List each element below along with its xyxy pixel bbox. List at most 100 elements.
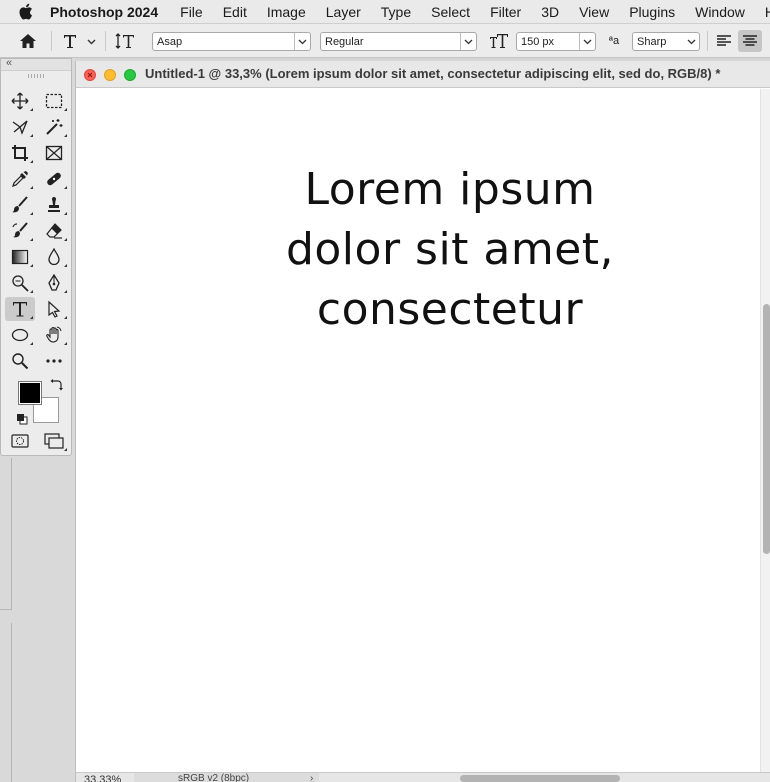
menu-help[interactable]: H xyxy=(765,4,770,20)
eyedropper-tool[interactable] xyxy=(5,167,35,191)
blur-tool[interactable] xyxy=(39,245,69,269)
menu-filter[interactable]: Filter xyxy=(490,4,521,20)
spot-healing-brush-tool[interactable] xyxy=(39,167,69,191)
document-profile[interactable]: sRGB v2 (8bpc) xyxy=(134,773,319,782)
app-name-menu[interactable]: Photoshop 2024 xyxy=(50,4,158,20)
tool-flyout-marker xyxy=(30,264,33,267)
vertical-scrollbar[interactable] xyxy=(760,89,770,772)
move-tool[interactable] xyxy=(5,89,35,113)
document-window: Untitled-1 @ 33,3% (Lorem ipsum dolor si… xyxy=(75,61,770,782)
brush-tool[interactable] xyxy=(5,193,35,217)
tools-panel-header[interactable]: « xyxy=(1,57,71,71)
frame-tool[interactable] xyxy=(39,141,69,165)
document-title: Untitled-1 @ 33,3% (Lorem ipsum dolor si… xyxy=(145,66,721,81)
path-selection-tool[interactable] xyxy=(39,297,69,321)
align-left-icon[interactable] xyxy=(714,32,734,50)
panel-grip[interactable] xyxy=(28,74,46,78)
font-size-select[interactable]: 150 px xyxy=(516,32,596,51)
dodge-tool[interactable] xyxy=(5,271,35,295)
document-title-bar[interactable]: Untitled-1 @ 33,3% (Lorem ipsum dolor si… xyxy=(76,61,770,88)
tool-flyout-marker xyxy=(30,186,33,189)
divider xyxy=(0,609,12,610)
menu-image[interactable]: Image xyxy=(267,4,306,20)
tool-flyout-marker xyxy=(30,290,33,293)
menu-select[interactable]: Select xyxy=(431,4,470,20)
minimize-window-button[interactable] xyxy=(104,69,116,81)
antialias-select[interactable]: Sharp xyxy=(632,32,700,51)
screen-mode-icon[interactable] xyxy=(39,429,69,453)
close-window-button[interactable] xyxy=(84,69,96,81)
pen-tool[interactable] xyxy=(39,271,69,295)
tool-flyout-marker xyxy=(64,290,67,293)
antialias-value: Sharp xyxy=(637,35,667,48)
horizontal-scrollbar-thumb[interactable] xyxy=(460,775,620,782)
antialias-icon: ªa xyxy=(608,35,620,47)
tool-flyout-marker xyxy=(64,134,67,137)
collapse-panel-icon[interactable]: « xyxy=(6,57,12,69)
menu-view[interactable]: View xyxy=(579,4,609,20)
clone-stamp-tool[interactable] xyxy=(39,193,69,217)
options-bar: Asap Regular 150 px ªa Sharp xyxy=(0,24,770,58)
foreground-color-swatch[interactable] xyxy=(18,381,42,405)
tool-flyout-marker xyxy=(30,108,33,111)
menu-layer[interactable]: Layer xyxy=(326,4,361,20)
vertical-scrollbar-thumb[interactable] xyxy=(763,304,770,554)
toggle-text-orientation-icon[interactable] xyxy=(114,32,136,50)
status-bar: 33,33% sRGB v2 (8bpc) › xyxy=(76,772,770,782)
menu-file[interactable]: File xyxy=(180,4,203,20)
canvas-text-line: dolor sit amet, xyxy=(285,224,615,275)
menu-edit[interactable]: Edit xyxy=(223,4,247,20)
history-brush-tool[interactable] xyxy=(5,219,35,243)
menu-3d[interactable]: 3D xyxy=(541,4,559,20)
status-menu-arrow[interactable]: › xyxy=(310,773,313,782)
canvas-text-layer[interactable]: Lorem ipsum dolor sit amet, consectetur xyxy=(76,160,770,340)
canvas[interactable]: Lorem ipsum dolor sit amet, consectetur xyxy=(76,89,760,772)
tool-flyout-marker xyxy=(64,212,67,215)
more-tools-icon[interactable] xyxy=(39,349,69,373)
menu-type[interactable]: Type xyxy=(381,4,411,20)
swap-colors-icon[interactable] xyxy=(49,378,63,392)
zoom-level[interactable]: 33,33% xyxy=(84,774,121,782)
tool-preset-picker[interactable] xyxy=(60,31,100,51)
font-family-value: Asap xyxy=(157,35,183,48)
font-style-select[interactable]: Regular xyxy=(320,32,477,51)
separator xyxy=(105,31,106,51)
horizontal-type-tool[interactable] xyxy=(5,297,35,321)
chevron-down-icon xyxy=(579,33,595,50)
divider xyxy=(11,458,12,610)
separator xyxy=(707,31,708,51)
menu-window[interactable]: Window xyxy=(695,4,745,20)
tool-flyout-marker xyxy=(30,160,33,163)
tool-flyout-marker xyxy=(64,186,67,189)
tools-panel: « xyxy=(0,57,72,456)
canvas-text-line: Lorem ipsum xyxy=(304,164,596,215)
gradient-tool[interactable] xyxy=(5,245,35,269)
apple-menu-icon[interactable] xyxy=(18,3,33,21)
ellipse-tool[interactable] xyxy=(5,323,35,347)
lasso-tool[interactable] xyxy=(5,115,35,139)
tool-flyout-marker xyxy=(30,238,33,241)
tool-flyout-marker xyxy=(64,238,67,241)
quick-mask-mode-icon[interactable] xyxy=(5,429,35,453)
menu-plugins[interactable]: Plugins xyxy=(629,4,675,20)
default-colors-icon[interactable] xyxy=(15,412,29,426)
chevron-down-icon xyxy=(294,33,310,50)
tool-flyout-marker xyxy=(30,342,33,345)
zoom-window-button[interactable] xyxy=(124,69,136,81)
magic-wand-tool[interactable] xyxy=(39,115,69,139)
crop-tool[interactable] xyxy=(5,141,35,165)
tool-flyout-marker xyxy=(64,316,67,319)
hand-tool[interactable] xyxy=(39,323,69,347)
eraser-tool[interactable] xyxy=(39,219,69,243)
tool-flyout-marker xyxy=(64,342,67,345)
align-center-icon[interactable] xyxy=(738,30,762,52)
home-icon[interactable] xyxy=(17,32,39,50)
font-style-value: Regular xyxy=(325,35,364,48)
font-size-value: 150 px xyxy=(521,35,555,48)
divider xyxy=(11,623,12,782)
font-family-select[interactable]: Asap xyxy=(152,32,311,51)
rectangular-marquee-tool[interactable] xyxy=(39,89,69,113)
zoom-tool[interactable] xyxy=(5,349,35,373)
chevron-down-icon xyxy=(460,33,476,50)
canvas-text-line: consectetur xyxy=(316,284,584,335)
